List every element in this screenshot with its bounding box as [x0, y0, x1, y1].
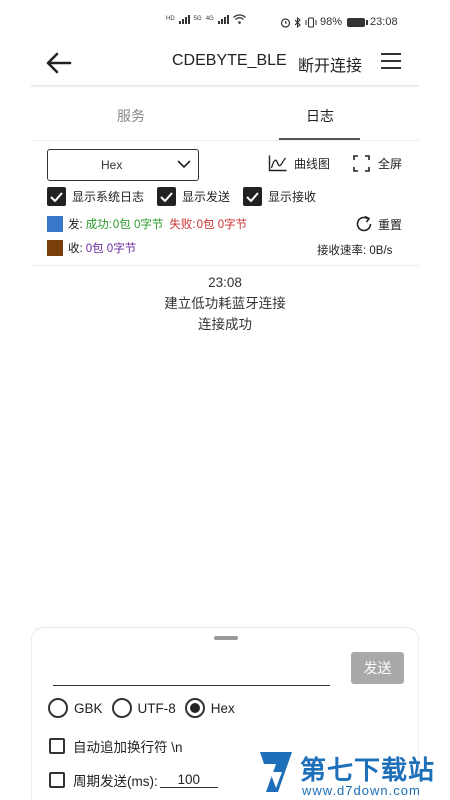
- send-input[interactable]: [53, 658, 330, 686]
- tab-services[interactable]: 服务: [117, 106, 145, 126]
- send-success-value: 0包 0字节: [112, 219, 164, 231]
- radio-unselected-icon: [48, 698, 68, 718]
- drag-handle[interactable]: [214, 636, 238, 640]
- tab-divider: [31, 140, 419, 141]
- encoding-radio-group: GBK UTF-8 Hex: [48, 698, 244, 718]
- curve-chart-label: 曲线图: [294, 157, 331, 171]
- refresh-icon: [356, 215, 372, 232]
- show-system-log-label: 显示系统日志: [72, 190, 145, 204]
- hd-indicator: HD: [166, 16, 175, 22]
- battery-percent: 98%: [320, 16, 343, 28]
- format-select[interactable]: Hex: [47, 149, 199, 181]
- receive-rate: 接收速率: 0B/s: [317, 242, 392, 258]
- watermark-url: www.d7down.com: [302, 783, 421, 798]
- auto-newline-label: 自动追加换行符 \n: [73, 740, 183, 755]
- auto-newline-checkbox[interactable]: 自动追加换行符 \n: [49, 736, 183, 756]
- checkbox-unchecked-icon: [49, 772, 65, 788]
- receive-rate-value: 0B/s: [369, 245, 393, 257]
- send-color-swatch: [47, 216, 63, 232]
- log-timestamp: 23:08: [208, 275, 242, 290]
- radio-hex-label: Hex: [210, 700, 235, 716]
- fullscreen-icon: [353, 155, 370, 172]
- chevron-down-icon: [177, 160, 191, 169]
- wifi-icon: [232, 14, 246, 24]
- send-fail-label: 失败:: [169, 219, 196, 231]
- curve-chart-button[interactable]: 曲线图: [268, 155, 330, 172]
- checkbox-checked-icon: [243, 187, 262, 206]
- checkbox-checked-icon: [47, 187, 66, 206]
- bluetooth-icon: [294, 16, 301, 28]
- log-line: 连接成功: [198, 317, 252, 332]
- receive-rate-label: 接收速率:: [317, 245, 367, 257]
- network-4g-label: 4G: [205, 16, 214, 22]
- signal-icon-2: [217, 14, 229, 24]
- reset-button[interactable]: 重置: [354, 214, 402, 234]
- periodic-send-label: 周期发送(ms):: [73, 774, 158, 789]
- site-logo-icon: [260, 752, 292, 792]
- app-toolbar: CDEBYTE_BLE 断开连接: [0, 42, 450, 84]
- radio-utf8[interactable]: UTF-8: [111, 698, 176, 718]
- tab-log[interactable]: 日志: [306, 106, 334, 126]
- watermark: 第七下载站 www.d7down.com: [256, 748, 450, 800]
- periodic-send-checkbox[interactable]: 周期发送(ms): 100: [49, 770, 218, 790]
- send-success-label: 成功:: [85, 219, 112, 231]
- status-bar: HD 5G 4G 98% 23:08: [0, 0, 450, 42]
- receive-prefix: 收:: [68, 243, 83, 255]
- fullscreen-button[interactable]: 全屏: [353, 155, 402, 172]
- toolbar-shadow: [31, 85, 419, 88]
- network-indicators: HD 5G 4G: [166, 14, 246, 24]
- checkbox-checked-icon: [157, 187, 176, 206]
- receive-color-swatch: [47, 240, 63, 256]
- radio-selected-icon: [184, 698, 205, 718]
- fullscreen-label: 全屏: [378, 157, 403, 171]
- status-time: 23:08: [370, 16, 398, 28]
- radio-hex[interactable]: Hex: [184, 698, 235, 718]
- menu-button[interactable]: [381, 53, 401, 71]
- periodic-interval-input[interactable]: 100: [159, 772, 218, 788]
- log-area: 23:08 建立低功耗蓝牙连接 连接成功: [0, 272, 450, 335]
- battery-icon: [347, 17, 369, 27]
- system-indicators: 98% 23:08: [280, 16, 398, 28]
- radio-gbk[interactable]: GBK: [48, 698, 103, 718]
- arrow-left-icon: [46, 52, 72, 74]
- receive-value: 0包 0字节: [85, 243, 137, 255]
- reset-label: 重置: [378, 217, 403, 232]
- send-button[interactable]: 发送: [351, 652, 404, 684]
- show-receive-checkbox[interactable]: 显示接收: [243, 187, 316, 206]
- network-5g-label: 5G: [193, 16, 202, 22]
- watermark-title: 第七下载站: [300, 755, 436, 785]
- disconnect-button[interactable]: 断开连接: [298, 52, 362, 76]
- show-receive-label: 显示接收: [268, 190, 317, 204]
- device-name-title: CDEBYTE_BLE: [172, 52, 287, 69]
- send-fail-value: 0包 0字节: [196, 219, 248, 231]
- menu-icon: [381, 53, 401, 55]
- vibrate-icon: [305, 16, 317, 28]
- format-select-value: Hex: [101, 158, 123, 172]
- radio-unselected-icon: [111, 698, 132, 718]
- send-stats: 发: 成功: 0包 0字节 失败: 0包 0字节: [47, 216, 247, 232]
- radio-utf8-label: UTF-8: [137, 700, 176, 716]
- log-divider: [31, 265, 419, 266]
- send-prefix: 发:: [68, 219, 83, 231]
- show-send-label: 显示发送: [182, 190, 231, 204]
- back-button[interactable]: [44, 50, 74, 76]
- show-system-log-checkbox[interactable]: 显示系统日志: [47, 187, 144, 206]
- receive-stats: 收: 0包 0字节: [47, 240, 136, 256]
- log-line: 建立低功耗蓝牙连接: [164, 296, 286, 311]
- signal-icon: [178, 14, 190, 24]
- line-chart-icon: [268, 155, 287, 172]
- checkbox-unchecked-icon: [49, 738, 65, 754]
- show-send-checkbox[interactable]: 显示发送: [157, 187, 230, 206]
- radio-gbk-label: GBK: [74, 700, 103, 716]
- alarm-icon: [280, 17, 291, 28]
